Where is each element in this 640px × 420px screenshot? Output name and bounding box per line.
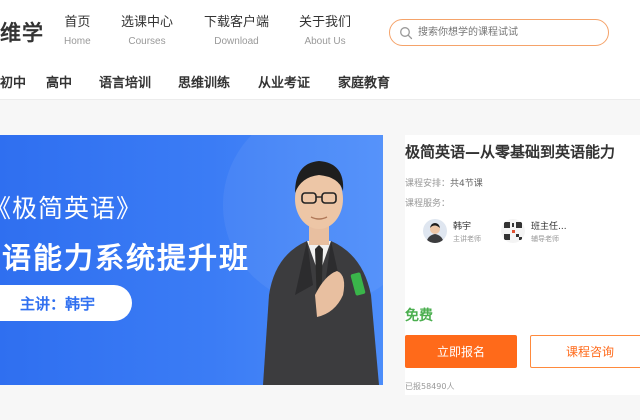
nav-download[interactable]: 下载客户端 Download <box>204 14 269 50</box>
service-label: 课程服务： <box>405 199 451 209</box>
nav-download-label: 下载客户端 <box>204 15 270 30</box>
nav-about-label: 关于我们 <box>299 15 352 30</box>
teacher-role: 主讲老师 <box>453 235 481 243</box>
nav-about-sub: About Us <box>304 36 346 47</box>
schedule-value: 共4节课 <box>450 179 483 189</box>
category-certification[interactable]: 从业考证 <box>258 72 310 91</box>
course-schedule: 课程安排：共4节课 <box>405 176 483 189</box>
teacher-photo <box>263 161 379 385</box>
avatar <box>501 219 525 243</box>
nav-home[interactable]: 首页 Home <box>64 14 91 50</box>
top-header: 维学 首页 Home 选课中心 Courses 下载客户端 Download 关… <box>0 0 640 62</box>
course-service: 课程服务： <box>405 196 450 209</box>
category-family[interactable]: 家庭教育 <box>338 72 390 91</box>
assistant-role: 辅导老师 <box>531 235 559 243</box>
course-price: 免费 <box>405 308 433 324</box>
course-title: 极简英语—从零基础到英语能力 <box>405 143 616 161</box>
nav-courses-sub: Courses <box>128 36 166 47</box>
assistant-name: 班主任... <box>531 222 567 232</box>
nav-courses[interactable]: 选课中心 Courses <box>121 14 173 50</box>
nav-courses-label: 选课中心 <box>121 15 174 30</box>
schedule-label: 课程安排： <box>405 179 451 189</box>
enrolled-count: 已报58490人 <box>405 382 455 391</box>
banner-lecturer-pill: 主讲：韩宇 <box>0 285 132 321</box>
search-box[interactable] <box>389 19 609 46</box>
banner-lecturer-text: 主讲：韩宇 <box>20 295 96 313</box>
consult-button[interactable]: 课程咨询 <box>530 335 640 368</box>
nav-home-label: 首页 <box>64 15 91 30</box>
teacher-name: 韩宇 <box>453 222 472 232</box>
category-thinking[interactable]: 思维训练 <box>178 72 230 91</box>
search-icon[interactable] <box>399 26 413 40</box>
category-senior-high[interactable]: 高中 <box>46 72 72 91</box>
qr-avatar-icon <box>501 219 525 243</box>
nav-about[interactable]: 关于我们 About Us <box>299 14 351 50</box>
nav-home-sub: Home <box>64 36 91 47</box>
category-bar: 初中 高中 语言培训 思维训练 从业考证 家庭教育 <box>0 62 640 100</box>
search-input[interactable] <box>418 23 598 42</box>
category-junior-high[interactable]: 初中 <box>0 72 26 91</box>
banner-subtitle: 英语能力系统提升班 <box>0 241 251 275</box>
course-info-panel: 极简英语—从零基础到英语能力 课程安排：共4节课 课程服务： 韩宇 主讲老师 班… <box>405 135 640 395</box>
course-banner[interactable]: 《极简英语》 英语能力系统提升班 主讲：韩宇 <box>0 135 383 385</box>
enroll-button[interactable]: 立即报名 <box>405 335 517 368</box>
category-language[interactable]: 语言培训 <box>99 72 151 91</box>
teacher-avatar-icon <box>423 219 447 243</box>
avatar <box>423 219 447 243</box>
banner-course-name: 《极简英语》 <box>0 194 143 223</box>
nav-download-sub: Download <box>214 36 259 47</box>
site-logo[interactable]: 维学 <box>0 17 44 47</box>
